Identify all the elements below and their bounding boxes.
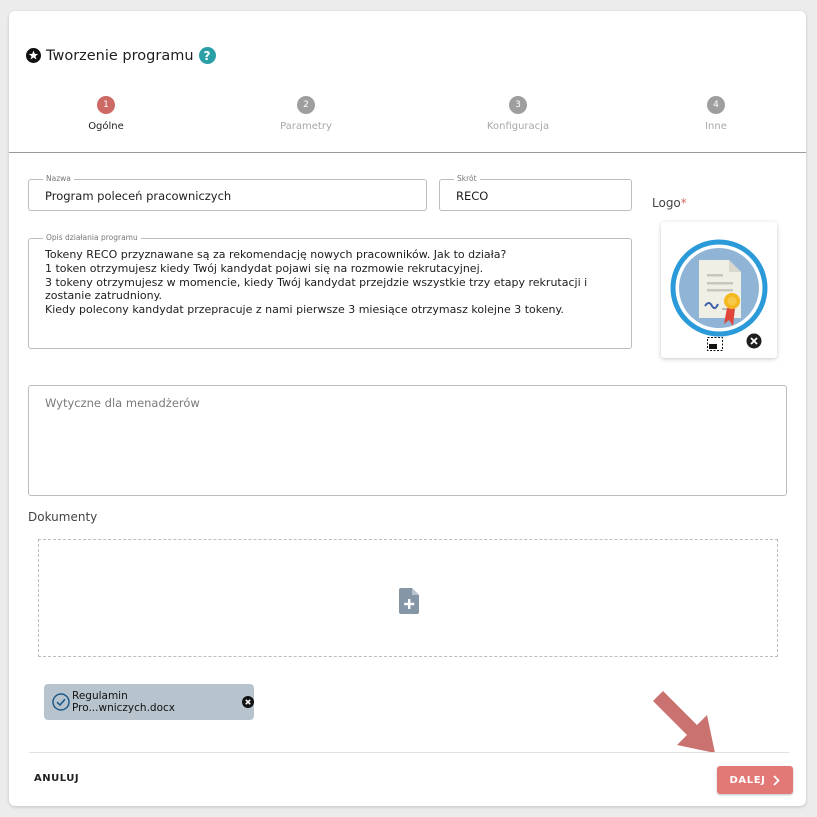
remove-file-icon[interactable] bbox=[242, 696, 254, 708]
step-label: Konfiguracja bbox=[486, 121, 550, 132]
name-field-value: Program poleceń pracowniczych bbox=[45, 189, 232, 203]
step-label: Parametry bbox=[280, 121, 332, 132]
page-title: Tworzenie programu bbox=[46, 47, 194, 64]
description-field-value: Tokeny RECO przyznawane są za rekomendac… bbox=[45, 248, 588, 317]
name-field-legend: Nazwa bbox=[43, 174, 74, 184]
star-icon bbox=[26, 48, 41, 63]
step-configuration[interactable]: 3 Konfiguracja bbox=[448, 96, 588, 132]
step-number: 1 bbox=[97, 96, 115, 114]
step-label: Inne bbox=[705, 121, 727, 132]
uploaded-file-chip[interactable]: Regulamin Pro...wniczych.docx bbox=[44, 684, 254, 720]
step-number: 4 bbox=[707, 96, 725, 114]
step-label: Ogólne bbox=[88, 121, 124, 132]
step-parameters[interactable]: 2 Parametry bbox=[236, 96, 376, 132]
short-name-field[interactable]: Skrót RECO bbox=[439, 174, 632, 211]
check-circle-icon bbox=[52, 693, 70, 711]
next-button-label: DALEJ bbox=[729, 774, 766, 786]
stepper-divider bbox=[9, 152, 806, 153]
add-file-icon[interactable] bbox=[399, 588, 419, 618]
page-header: Tworzenie programu ? bbox=[26, 47, 216, 64]
help-icon[interactable]: ? bbox=[198, 47, 216, 64]
logo-label: Logo* bbox=[652, 196, 687, 210]
step-general[interactable]: 1 Ogólne bbox=[36, 96, 176, 132]
manager-guidelines-placeholder: Wytyczne dla menadżerów bbox=[45, 396, 200, 410]
image-icon[interactable] bbox=[707, 336, 723, 355]
description-field[interactable]: Opis działania programu Tokeny RECO przy… bbox=[28, 233, 632, 349]
cancel-button[interactable]: ANULUJ bbox=[34, 773, 79, 784]
manager-guidelines-field[interactable]: Wytyczne dla menadżerów bbox=[28, 385, 787, 496]
step-number: 2 bbox=[297, 96, 315, 114]
uploaded-file-name: Regulamin Pro...wniczych.docx bbox=[72, 690, 175, 714]
description-field-legend: Opis działania programu bbox=[43, 233, 141, 243]
required-mark: * bbox=[680, 196, 687, 210]
step-number: 3 bbox=[509, 96, 527, 114]
documents-label: Dokumenty bbox=[28, 510, 98, 524]
remove-logo-icon[interactable] bbox=[746, 333, 762, 353]
pointer-arrow-icon bbox=[653, 691, 715, 753]
step-other[interactable]: 4 Inne bbox=[646, 96, 786, 132]
short-name-field-legend: Skrót bbox=[454, 174, 480, 184]
short-name-field-value: RECO bbox=[456, 189, 489, 203]
next-button[interactable]: DALEJ bbox=[717, 766, 793, 794]
footer-divider bbox=[29, 752, 789, 753]
name-field[interactable]: Nazwa Program poleceń pracowniczych bbox=[28, 174, 427, 211]
program-creation-card: Tworzenie programu ? 1 Ogólne 2 Parametr… bbox=[9, 11, 806, 806]
chevron-right-icon bbox=[773, 774, 781, 786]
logo-label-text: Logo bbox=[652, 196, 681, 210]
logo-upload[interactable] bbox=[661, 222, 777, 358]
documents-dropzone[interactable] bbox=[38, 539, 778, 657]
